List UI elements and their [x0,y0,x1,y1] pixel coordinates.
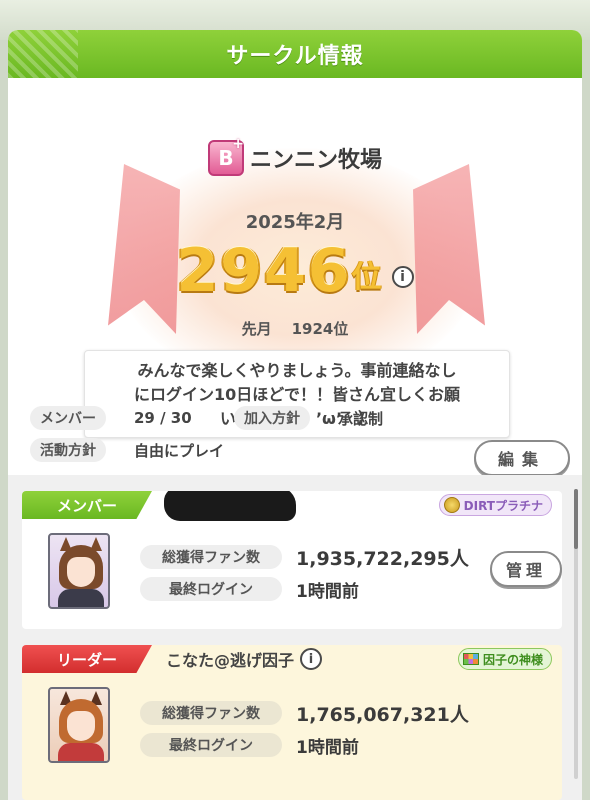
last-login-value: 1時間前 [296,737,359,758]
member-avatar[interactable] [48,533,110,609]
member-card[interactable]: メンバー DIRTプラチナ 総獲得ファン数 1,935,722,295人 最終ロ… [22,491,562,629]
member-list-scrollbar[interactable] [574,489,578,779]
ranking-month: 2025年2月 [245,212,345,233]
fans-label: 総獲得ファン数 [140,545,282,569]
avatar-body [58,743,104,761]
member-list[interactable]: メンバー DIRTプラチナ 総獲得ファン数 1,935,722,295人 最終ロ… [8,475,582,800]
current-rank-row: 2946 位 i [8,236,582,306]
panel-header: サークル情報 [8,30,582,78]
join-policy-label: 加入方針 [234,406,310,430]
trainer-title-text: DIRTプラチナ [463,498,543,513]
page-title: サークル情報 [226,44,364,69]
leader-name: こなた@逃げ因子 [166,651,295,670]
members-label: メンバー [30,406,106,430]
trainer-title-badge[interactable]: DIRTプラチナ [438,494,552,516]
avatar-face [67,711,95,741]
leader-avatar[interactable] [48,687,110,763]
activity-policy-value: 自由にプレイ [134,441,225,460]
circle-info-panel: サークル情報 B + ニンニン牧場 2025年2月 2946 位 i 先月 19… [8,30,582,800]
message-line: みんなで楽しくやりましょう。事前連絡なし [137,361,457,380]
circle-hero: B + ニンニン牧場 2025年2月 2946 位 i 先月 1924位 みんな… [8,78,582,438]
trainer-title-badge[interactable]: 因子の神様 [457,648,552,670]
activity-policy-label: 活動方針 [30,438,106,462]
circle-meta: メンバー 29 / 30 加入方針 承認制 活動方針 自由にプレイ 編集 [8,402,582,476]
last-month-rank-row: 先月 1924位 [8,318,582,339]
factor-grid-icon [462,653,479,665]
last-login-value: 1時間前 [296,581,359,602]
avatar-body [58,589,104,607]
fans-label: 総獲得ファン数 [140,701,282,725]
leader-card[interactable]: リーダー こなた@逃げ因子 i 因子の神様 総獲得ファン数 1,765,067,… [22,645,562,800]
avatar-face [67,557,95,587]
role-tag-member: メンバー [22,491,152,519]
current-rank-number: 2946 [176,236,352,306]
rank-badge-plus: + [232,136,244,152]
last-month-rank: 1924位 [291,320,349,338]
circle-name-row: B + ニンニン牧場 [8,136,582,176]
members-count: 29 / 30 [134,409,192,427]
last-login-label: 最終ログイン [140,577,282,601]
leader-info-icon[interactable]: i [300,648,323,670]
fans-value: 1,935,722,295人 [296,547,469,570]
header-stripes-decoration [8,30,78,78]
last-login-label: 最終ログイン [140,733,282,757]
member-card-header: メンバー DIRTプラチナ [22,491,562,521]
circle-rank-badge: B + [207,136,244,176]
circle-name: ニンニン牧場 [249,148,382,173]
leader-card-header: リーダー こなた@逃げ因子 i 因子の神様 [22,645,562,673]
join-policy-value: 承認制 [338,409,384,428]
role-tag-leader: リーダー [22,645,152,673]
current-rank-unit: 位 [351,260,382,295]
medal-icon [443,497,460,513]
last-month-label: 先月 [241,320,272,338]
edit-button[interactable]: 編集 [474,440,570,476]
rank-info-icon[interactable]: i [391,266,414,288]
redacted-name-mark [164,491,296,521]
fans-value: 1,765,067,321人 [296,703,469,726]
trainer-title-text: 因子の神様 [482,652,543,667]
scrollbar-thumb[interactable] [574,489,578,549]
manage-button[interactable]: 管理 [490,551,562,587]
